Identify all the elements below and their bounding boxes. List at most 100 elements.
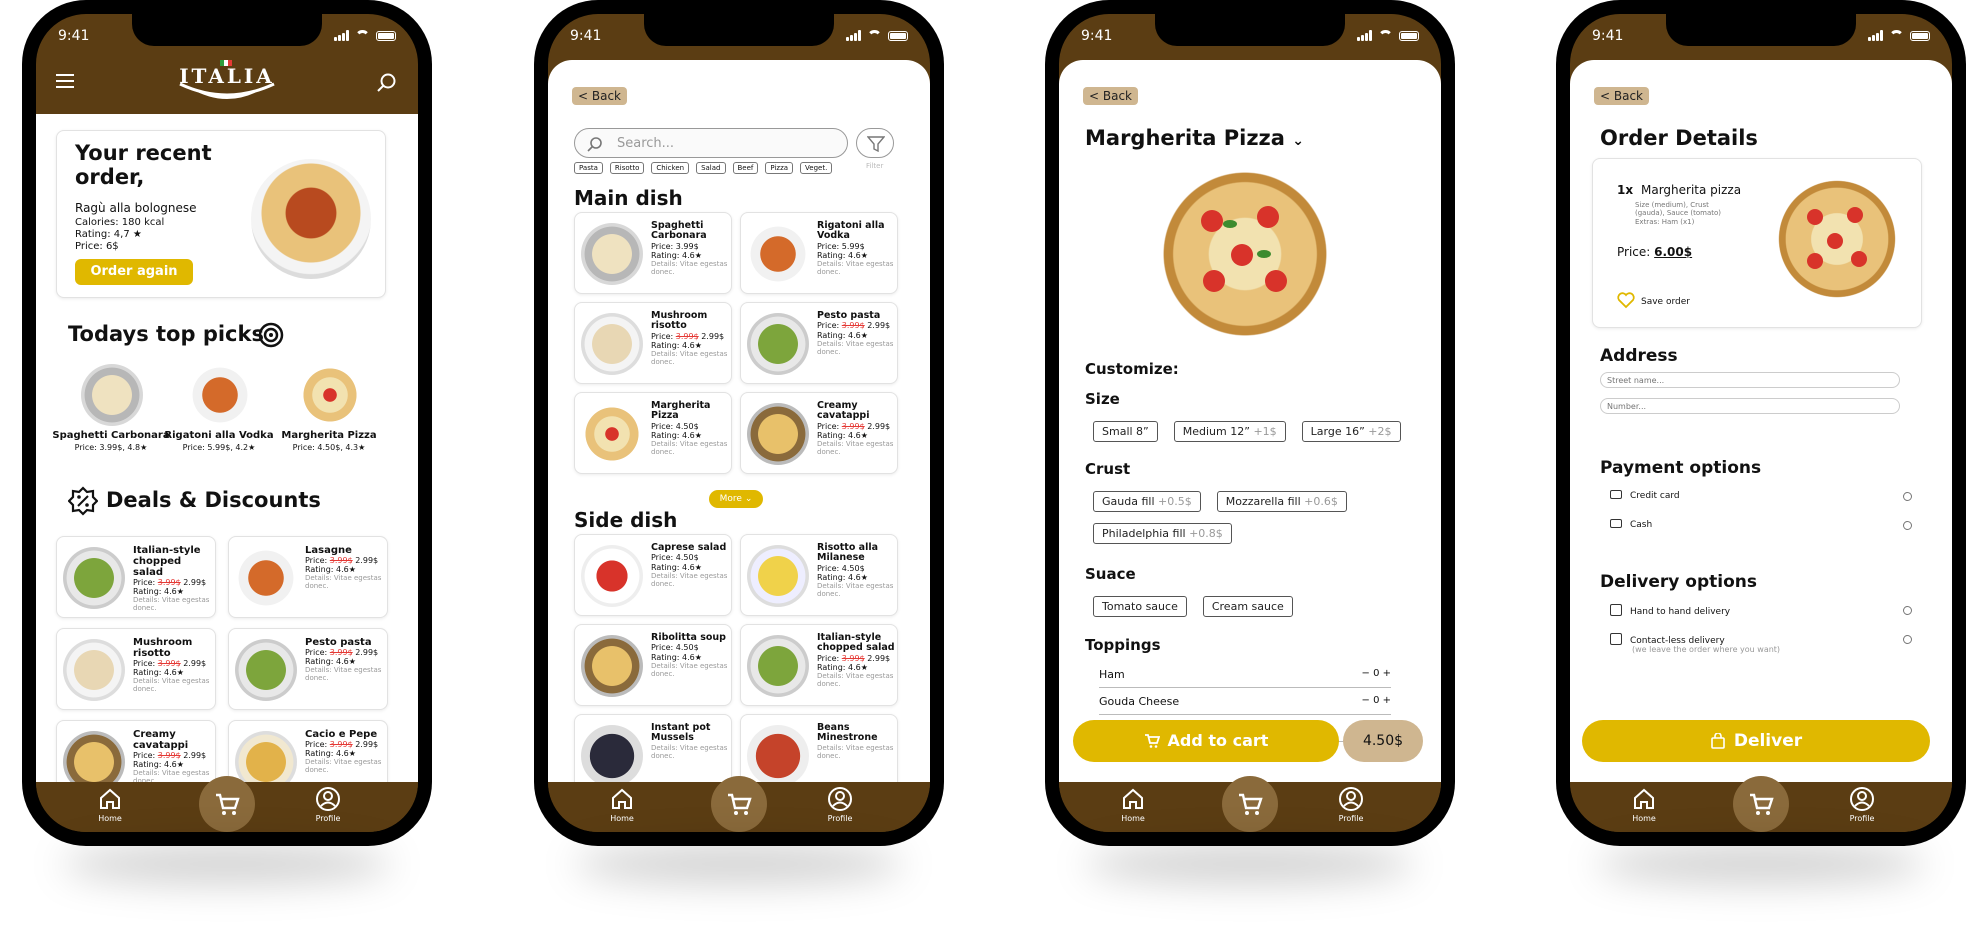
category-chip[interactable]: Chicken xyxy=(651,162,690,174)
top-pick-item[interactable]: Spaghetti Carbonara Price: 3.99$, 4.8★ xyxy=(52,364,170,454)
radio-button[interactable] xyxy=(1903,521,1912,530)
radio-button[interactable] xyxy=(1903,635,1912,644)
plus-icon[interactable]: + xyxy=(1379,695,1391,706)
payment-label: Credit card xyxy=(1630,491,1680,501)
food-new-price: 2.99$ xyxy=(867,321,891,331)
option-chip[interactable]: Gauda fill +0.5$ xyxy=(1093,491,1201,512)
food-card[interactable]: Rigatoni alla Vodka Price: 5.99$ Rating: 4… xyxy=(740,212,898,294)
tab-cart[interactable] xyxy=(711,776,767,832)
food-rating: Rating: 4.6★ xyxy=(651,562,702,572)
tab-home[interactable]: Home xyxy=(1614,786,1674,823)
food-card[interactable]: Risotto alla Milanese Price: 4.50$ Rating:… xyxy=(740,534,898,616)
filter-button[interactable] xyxy=(856,128,894,158)
save-order-button[interactable]: Save order xyxy=(1617,291,1690,309)
delivery-option[interactable]: Contact-less delivery (we leave the order… xyxy=(1610,633,1912,659)
food-card[interactable]: Pesto pasta Price: 3.99$ 2.99$ Rating: 4.6… xyxy=(740,302,898,384)
category-chip[interactable]: Salad xyxy=(696,162,726,174)
tab-profile[interactable]: Profile xyxy=(1321,786,1381,823)
minus-icon[interactable]: − xyxy=(1362,668,1374,679)
top-pick-item[interactable]: Rigatoni alla Vodka Price: 5.99$, 4.2★ xyxy=(164,364,274,454)
category-chip[interactable]: Beef xyxy=(732,162,759,174)
menu-icon[interactable] xyxy=(56,74,74,88)
tab-cart[interactable] xyxy=(1733,776,1789,832)
street-input[interactable] xyxy=(1600,372,1900,388)
food-details: Details: Vitae egestas donec. xyxy=(817,260,894,277)
food-card[interactable]: Lasagne Price: 3.99$ 2.99$ Rating: 4.6★ Det… xyxy=(228,536,388,618)
option-chip[interactable]: Cream sauce xyxy=(1202,596,1293,617)
food-card[interactable]: Mushroom risotto Price: 3.99$ 2.99$ Rating… xyxy=(574,302,732,384)
radio-button[interactable] xyxy=(1903,492,1912,501)
food-card[interactable]: Caprese salad Price: 4.50$ Rating: 4.6★ Det… xyxy=(574,534,732,616)
deliver-button[interactable]: Deliver xyxy=(1582,720,1930,762)
back-button[interactable]: < Back xyxy=(1594,87,1650,105)
food-card[interactable]: Spaghetti Carbonara Price: 3.99$ Rating: 4… xyxy=(574,212,732,294)
food-old-price: 3.99$ xyxy=(841,421,865,431)
number-input[interactable] xyxy=(1600,398,1900,414)
wifi-icon xyxy=(355,30,370,41)
wifi-icon xyxy=(867,30,882,41)
tab-cart[interactable] xyxy=(199,776,255,832)
food-card[interactable]: Beans Minestrone Details: Vitae egestas d… xyxy=(740,714,898,782)
food-card[interactable]: Ribolitta soup Price: 4.50$ Rating: 4.6★ De… xyxy=(574,624,732,706)
food-card[interactable]: Pesto pasta Price: 3.99$ 2.99$ Rating: 4.6… xyxy=(228,628,388,710)
food-card[interactable]: Cacio e Pepe Price: 3.99$ 2.99$ Rating: 4.… xyxy=(228,720,388,782)
food-card[interactable]: Italian-style chopped salad Price: 3.99$ … xyxy=(56,536,216,618)
food-card[interactable]: Creamy cavatappi Price: 3.99$ 2.99$ Rating… xyxy=(56,720,216,782)
option-chip[interactable]: Mozzarella fill +0.6$ xyxy=(1216,491,1347,512)
food-card[interactable]: Creamy cavatappi Price: 3.99$ 2.99$ Rating… xyxy=(740,392,898,474)
add-to-cart-label: Add to cart xyxy=(1167,731,1269,750)
order-again-button[interactable]: Order again xyxy=(75,259,193,285)
toppings-label: Toppings xyxy=(1085,636,1161,654)
back-button[interactable]: < Back xyxy=(572,87,628,105)
product-title[interactable]: Margherita Pizza ⌄ xyxy=(1085,126,1304,150)
add-to-cart-button[interactable]: Add to cart xyxy=(1073,720,1339,762)
topping-stepper[interactable]: − 0 + xyxy=(1362,695,1392,706)
search-icon xyxy=(587,137,602,152)
food-card[interactable]: Italian-style chopped salad Price: 3.99$ … xyxy=(740,624,898,706)
food-card[interactable]: Margherita Pizza Price: 4.50$ Rating: 4.6★… xyxy=(574,392,732,474)
food-new-price: 2.99$ xyxy=(355,740,379,749)
back-button[interactable]: < Back xyxy=(1083,87,1139,105)
option-chip[interactable]: Tomato sauce xyxy=(1093,596,1187,617)
radio-button[interactable] xyxy=(1903,606,1912,615)
payment-option[interactable]: Cash xyxy=(1610,519,1912,539)
plus-icon[interactable]: + xyxy=(1379,668,1391,679)
tab-home[interactable]: Home xyxy=(1103,786,1163,823)
minus-icon[interactable]: − xyxy=(1362,695,1374,706)
option-chip[interactable]: Large 16” +2$ xyxy=(1301,421,1401,442)
top-pick-item[interactable]: Margherita Pizza Price: 4.50$, 4.3★ xyxy=(274,364,384,454)
address-title: Address xyxy=(1600,346,1678,366)
food-details: Details: Vitae egestas donec. xyxy=(651,743,728,760)
food-card[interactable]: Mushroom risotto Price: 3.99$ 2.99$ Rating… xyxy=(56,628,216,710)
tab-cart[interactable] xyxy=(1222,776,1278,832)
topping-stepper[interactable]: − 0 + xyxy=(1362,668,1392,679)
payment-option[interactable]: Credit card xyxy=(1610,490,1912,510)
category-chip[interactable]: Pasta xyxy=(574,162,603,174)
food-price-label: Price: xyxy=(651,331,676,341)
tab-home[interactable]: Home xyxy=(80,786,140,823)
filter-icon xyxy=(867,136,885,152)
food-rating: Rating: 4.6★ xyxy=(305,749,356,759)
tab-profile[interactable]: Profile xyxy=(298,786,358,823)
product-content: < Back Margherita Pizza ⌄ Customize: Siz… xyxy=(1059,60,1441,782)
category-chip[interactable]: Pizza xyxy=(765,162,794,174)
food-name: Creamy cavatappi xyxy=(133,729,189,751)
option-chip[interactable]: Philadelphia fill +0.8$ xyxy=(1093,523,1232,544)
search-input[interactable]: Search... xyxy=(574,128,848,158)
topping-row: Gouda Cheese − 0 + xyxy=(1099,693,1391,715)
option-chip[interactable]: Small 8” xyxy=(1093,421,1158,442)
tab-profile[interactable]: Profile xyxy=(1832,786,1892,823)
tab-home[interactable]: Home xyxy=(592,786,652,823)
category-chip[interactable]: Risotto xyxy=(609,162,645,174)
food-old-price: 3.99$ xyxy=(157,751,181,760)
top-pick-name: Rigatoni alla Vodka xyxy=(164,430,274,441)
delivery-option[interactable]: Hand to hand delivery xyxy=(1610,604,1912,630)
search-icon[interactable] xyxy=(376,72,398,98)
food-card[interactable]: Instant pot Mussels Details: Vitae egesta… xyxy=(574,714,732,782)
food-rating: Rating: 4.6★ xyxy=(651,652,702,662)
tab-profile[interactable]: Profile xyxy=(810,786,870,823)
food-name: Rigatoni alla Vodka xyxy=(817,220,885,242)
option-chip[interactable]: Medium 12” +1$ xyxy=(1173,421,1286,442)
more-button[interactable]: More ⌄ xyxy=(709,490,763,508)
category-chip[interactable]: Veget. xyxy=(800,162,833,174)
